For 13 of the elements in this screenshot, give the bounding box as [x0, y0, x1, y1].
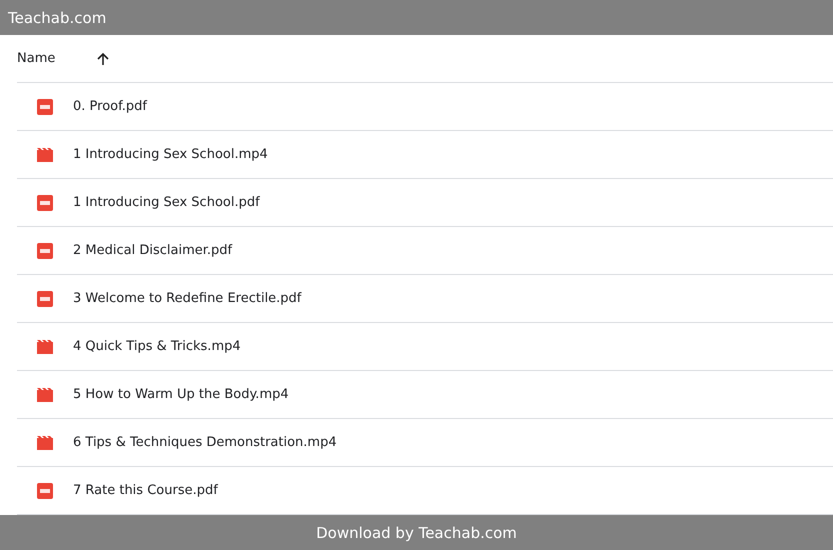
sort-arrow-icon[interactable] — [95, 50, 112, 66]
file-name[interactable]: 3 Welcome to Redefine Erectile.pdf — [73, 291, 302, 306]
download-caption: Download by Teachab.com — [316, 524, 517, 542]
site-title: Teachab.com — [8, 8, 106, 26]
file-name[interactable]: 2 Medical Disclaimer.pdf — [73, 243, 232, 258]
file-name[interactable]: 1 Introducing Sex School.mp4 — [73, 147, 268, 162]
file-name[interactable]: 1 Introducing Sex School.pdf — [73, 195, 260, 210]
name-column-header[interactable]: Name — [17, 51, 56, 66]
file-name[interactable]: 0. Proof.pdf — [73, 99, 147, 114]
file-name[interactable]: 6 Tips & Techniques Demonstration.mp4 — [73, 435, 337, 450]
file-name[interactable]: 5 How to Warm Up the Body.mp4 — [73, 387, 289, 402]
file-name[interactable]: 4 Quick Tips & Tricks.mp4 — [73, 339, 241, 354]
file-name[interactable]: 7 Rate this Course.pdf — [73, 483, 218, 498]
